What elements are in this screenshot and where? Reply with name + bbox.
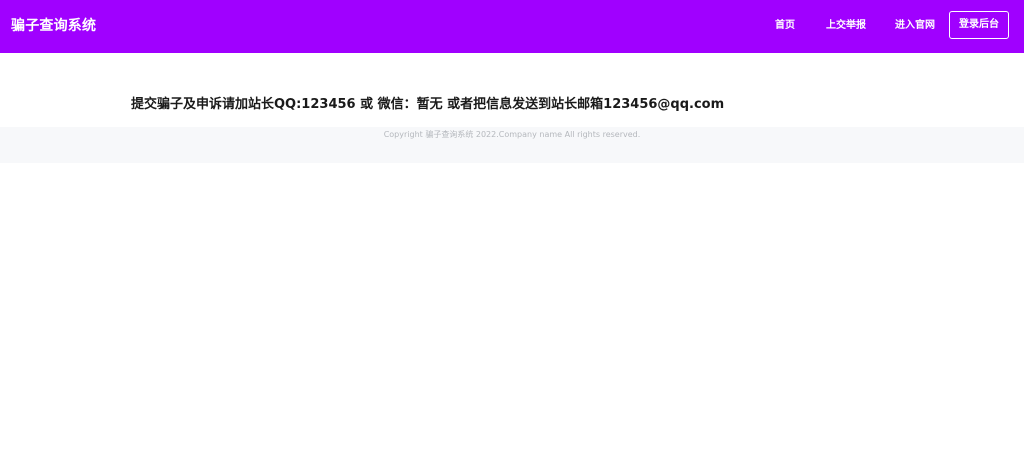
brand-logo-link[interactable]: 骗子查询系统	[11, 16, 96, 36]
copyright-text: Copyright 骗子查询系统 2022.Company name All r…	[383, 130, 641, 139]
nav-report-link[interactable]: 上交举报	[826, 19, 866, 33]
login-admin-button[interactable]: 登录后台	[949, 11, 1009, 39]
top-navbar: 骗子查询系统 首页 上交举报 进入官网 登录后台	[0, 0, 1024, 53]
nav-official-site-link[interactable]: 进入官网	[895, 19, 935, 33]
page-footer: Copyright 骗子查询系统 2022.Company name All r…	[0, 127, 1024, 163]
contact-notice: 提交骗子及申诉请加站长QQ:123456 或 微信：暂无 或者把信息发送到站长邮…	[131, 97, 725, 112]
nav-home-link[interactable]: 首页	[775, 19, 795, 33]
